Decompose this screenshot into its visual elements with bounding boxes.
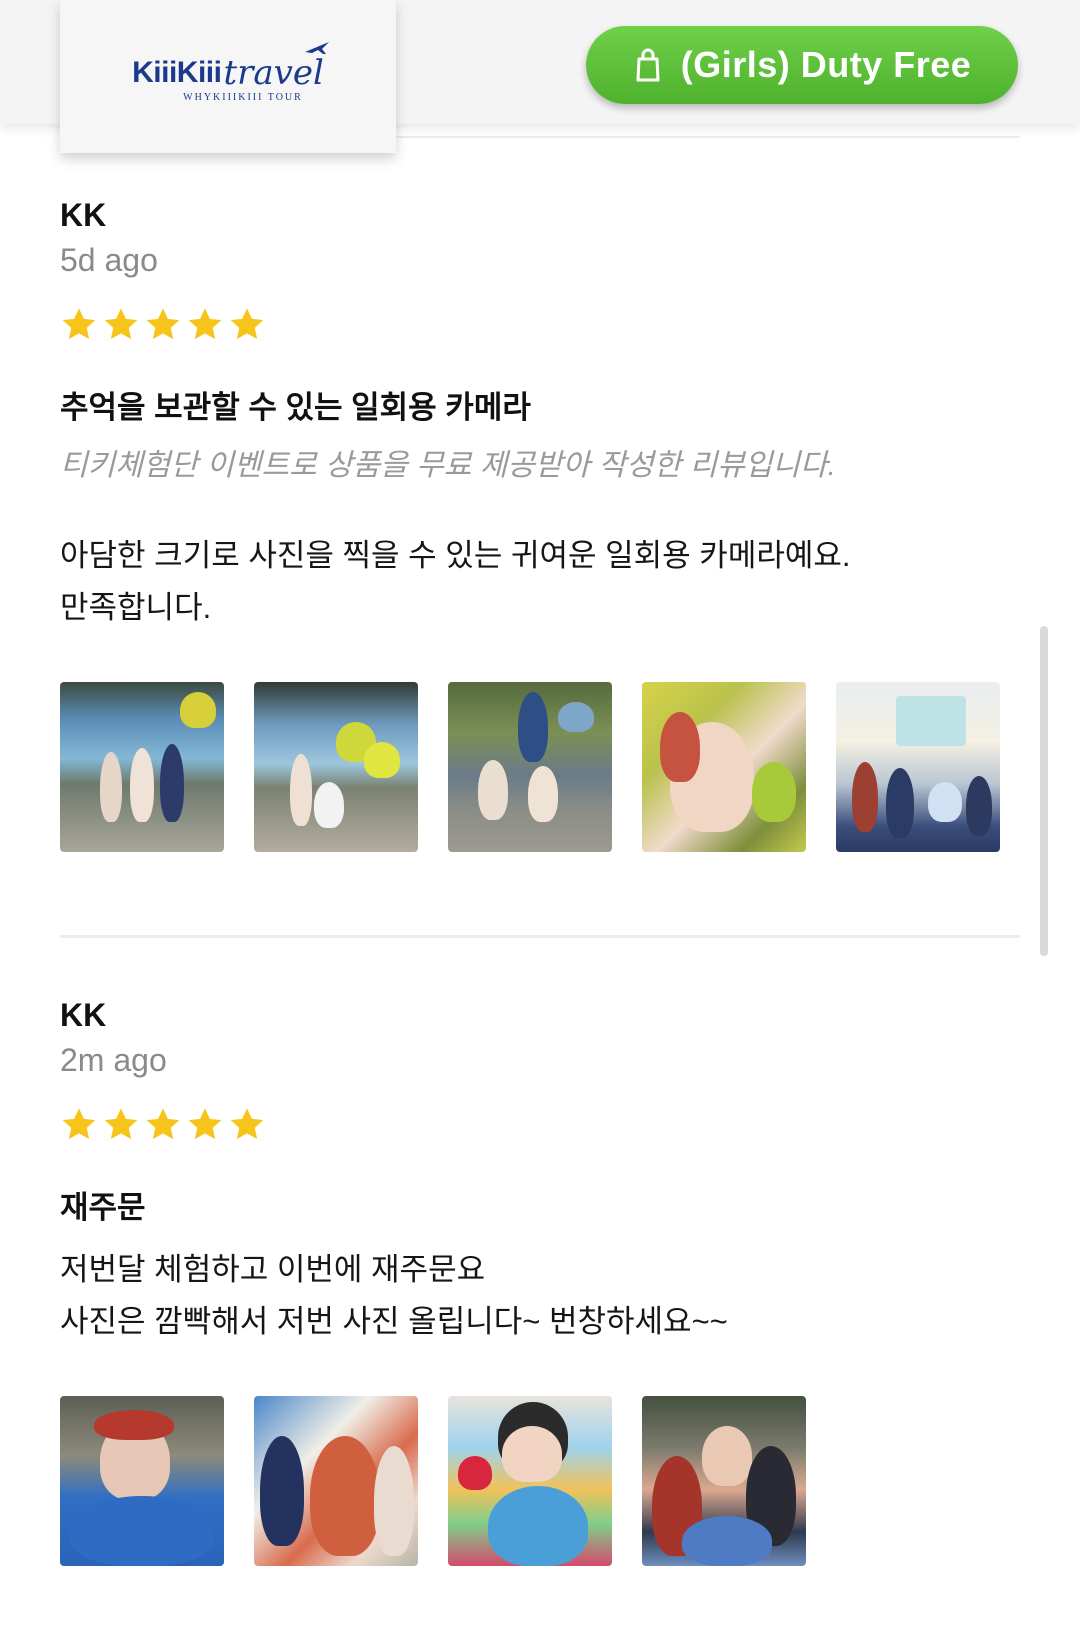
shopping-bag-icon [636, 48, 660, 82]
logo-script-text: travel [223, 53, 324, 93]
review-photo[interactable] [60, 682, 224, 852]
review-body: 아담한 크기로 사진을 찍을 수 있는 귀여운 일회용 카메라예요. 만족합니다… [60, 530, 1020, 634]
review-photos [60, 1396, 1020, 1566]
review-photo[interactable] [448, 1396, 612, 1566]
review-time: 5d ago [60, 242, 158, 278]
review-divider [60, 935, 1020, 938]
star-icon [104, 1108, 138, 1140]
scrollbar[interactable] [1040, 626, 1048, 956]
review-time: 2m ago [60, 1042, 167, 1078]
review-photos [60, 682, 1020, 852]
airplane-icon [304, 42, 329, 54]
review-card: KK 2m ago 재주문 저번달 체험하고 이번에 재주문요 사진은 깜빡해서… [60, 996, 1020, 1566]
star-rating [60, 306, 1020, 348]
review-photo[interactable] [642, 1396, 806, 1566]
star-icon [188, 308, 222, 340]
logo-main-text: KiiiKiii [132, 56, 222, 89]
review-photo[interactable] [448, 682, 612, 852]
star-icon [104, 308, 138, 340]
review-author: KK [60, 197, 107, 233]
review-card: KK 5d ago 추억을 보관할 수 있는 일회용 카메라 티키체험단 이벤트… [60, 196, 1020, 852]
star-icon [62, 1108, 96, 1140]
star-icon [230, 1108, 264, 1140]
review-body-line: 만족합니다. [60, 590, 212, 625]
duty-free-label: (Girls) Duty Free [680, 44, 972, 85]
star-icon [188, 1108, 222, 1140]
review-photo[interactable] [254, 682, 418, 852]
star-rating [60, 1106, 1020, 1148]
review-body: 저번달 체험하고 이번에 재주문요 사진은 깜빡해서 저번 사진 올립니다~ 번… [60, 1244, 1020, 1348]
review-author: KK [60, 997, 107, 1033]
review-photo[interactable] [254, 1396, 418, 1566]
review-photo[interactable] [60, 1396, 224, 1566]
logo[interactable]: KiiiKiii travel WHYKIIIKIII TOUR [60, 0, 396, 153]
review-disclaimer: 티키체험단 이벤트로 상품을 무료 제공받아 작성한 리뷰입니다. [60, 449, 836, 482]
review-photo[interactable] [642, 682, 806, 852]
logo-subtitle: WHYKIIIKIII TOUR [183, 92, 303, 103]
duty-free-button[interactable]: (Girls) Duty Free [586, 26, 1018, 104]
review-title: 추억을 보관할 수 있는 일회용 카메라 [60, 390, 531, 425]
star-icon [146, 308, 180, 340]
logo-wordmark: KiiiKiii travel [132, 42, 329, 93]
review-body-line: 저번달 체험하고 이번에 재주문요 [60, 1252, 486, 1287]
review-body-line: 아담한 크기로 사진을 찍을 수 있는 귀여운 일회용 카메라예요. [60, 538, 851, 573]
review-body-line: 사진은 깜빡해서 저번 사진 올립니다~ 번창하세요~~ [60, 1304, 728, 1339]
star-icon [62, 308, 96, 340]
review-photo[interactable] [836, 682, 1000, 852]
review-title: 재주문 [60, 1190, 146, 1225]
star-icon [146, 1108, 180, 1140]
star-icon [230, 308, 264, 340]
